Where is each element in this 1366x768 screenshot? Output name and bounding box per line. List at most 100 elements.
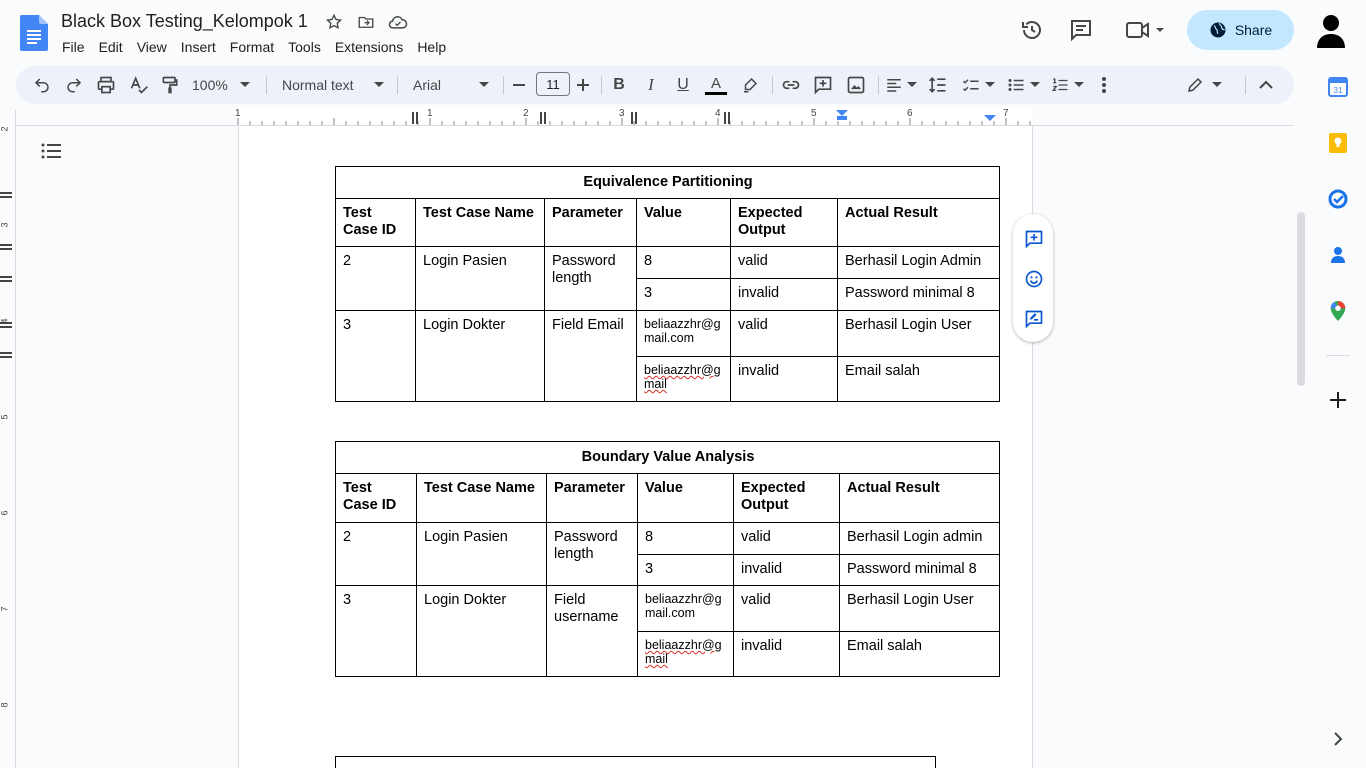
numbered-list-select[interactable] <box>1048 73 1086 97</box>
ruler-number: 7 <box>0 606 10 612</box>
actual-result: Berhasil Login admin <box>838 522 1001 555</box>
spellcheck-icon[interactable] <box>128 73 150 97</box>
checklist-select[interactable] <box>959 73 997 97</box>
floating-actions <box>1013 214 1053 342</box>
menu-format[interactable]: Format <box>223 37 281 57</box>
ruler-number: 8 <box>0 702 10 708</box>
next-table-edge <box>335 756 936 768</box>
text-color-icon[interactable]: A <box>705 73 727 97</box>
value-text: beliaazzhr@gmail <box>644 363 721 391</box>
contacts-icon[interactable] <box>1327 244 1349 266</box>
globe-icon <box>1210 22 1226 38</box>
value: beliaazzhr@gmail.com <box>636 310 731 357</box>
bulleted-list-select[interactable] <box>1004 73 1042 97</box>
value: beliaazzhr@gmail <box>637 631 734 677</box>
avatar[interactable] <box>1315 12 1347 48</box>
expected-output: valid <box>730 310 838 357</box>
column-header: Expected Output <box>733 473 840 523</box>
decrease-font-size-icon[interactable] <box>511 73 527 97</box>
add-emoji-icon[interactable] <box>1023 268 1045 290</box>
keep-icon[interactable] <box>1327 132 1349 154</box>
menu-view[interactable]: View <box>130 37 174 57</box>
redo-icon[interactable] <box>64 73 84 97</box>
test-case-name: Login Pasien <box>415 246 545 311</box>
equivalence-partitioning-table[interactable]: Equivalence Partitioning Test Case ID Te… <box>334 166 1001 402</box>
zoom-value: 100% <box>192 77 228 93</box>
parameter: Field Email <box>544 310 637 402</box>
expected-output: invalid <box>733 554 840 586</box>
test-case-name: Login Pasien <box>416 522 547 586</box>
share-label: Share <box>1234 22 1273 38</box>
maps-icon[interactable] <box>1327 300 1349 322</box>
font-family-select[interactable]: Arial <box>413 73 489 97</box>
column-header: Parameter <box>546 473 638 523</box>
print-icon[interactable] <box>95 73 117 97</box>
suggest-edit-icon[interactable] <box>1023 308 1045 330</box>
add-addon-icon[interactable] <box>1327 389 1349 411</box>
menu-edit[interactable]: Edit <box>92 37 130 57</box>
line-spacing-icon[interactable] <box>927 73 949 97</box>
menu-extensions[interactable]: Extensions <box>328 37 410 57</box>
horizontal-ruler[interactable]: 1 1 2 3 4 5 6 7 <box>0 106 1294 126</box>
paragraph-style-select[interactable]: Normal text <box>282 73 384 97</box>
menu-insert[interactable]: Insert <box>174 37 223 57</box>
ruler-number: 3 <box>0 222 10 228</box>
tasks-icon[interactable] <box>1327 188 1349 210</box>
font-size-input[interactable]: 11 <box>536 72 570 96</box>
value: beliaazzhr@gmail.com <box>637 585 734 632</box>
editing-mode-select[interactable] <box>1184 73 1224 97</box>
increase-font-size-icon[interactable] <box>575 73 591 97</box>
chevron-down-icon <box>374 82 384 87</box>
bold-icon[interactable]: B <box>609 73 629 97</box>
svg-text:31: 31 <box>1334 86 1343 95</box>
actual-result: Email salah <box>838 631 1001 677</box>
star-icon[interactable] <box>324 12 344 32</box>
more-options-icon[interactable] <box>1094 73 1114 97</box>
menu-tools[interactable]: Tools <box>281 37 328 57</box>
side-panel: 31 <box>1310 66 1366 768</box>
ruler-number: 6 <box>0 510 10 516</box>
document-title[interactable]: Black Box Testing_Kelompok 1 <box>61 11 308 32</box>
version-history-icon[interactable] <box>1019 17 1045 43</box>
share-button[interactable]: Share <box>1187 10 1294 50</box>
column-header: Value <box>636 198 731 247</box>
vertical-ruler[interactable]: 2 3 4 5 6 7 8 <box>0 110 16 768</box>
hide-menus-icon[interactable] <box>1256 73 1276 97</box>
pencil-icon <box>1188 77 1203 92</box>
docs-logo-icon[interactable] <box>20 15 48 51</box>
menu-help[interactable]: Help <box>410 37 453 57</box>
ruler-number: 3 <box>619 108 625 119</box>
document-outline-icon[interactable] <box>41 142 63 162</box>
meet-icon[interactable] <box>1124 17 1168 43</box>
expand-panel-icon[interactable] <box>1327 728 1349 750</box>
value: beliaazzhr@gmail <box>636 356 731 402</box>
paint-format-icon[interactable] <box>159 73 181 97</box>
undo-icon[interactable] <box>32 73 52 97</box>
move-to-folder-icon[interactable] <box>356 12 376 32</box>
table-title: Equivalence Partitioning <box>334 166 1001 199</box>
menu-bar: File Edit View Insert Format Tools Exten… <box>55 37 453 57</box>
value: 3 <box>637 554 734 586</box>
highlight-color-icon[interactable] <box>740 73 760 97</box>
zoom-select[interactable]: 100% <box>192 73 252 97</box>
parameter: Password length <box>544 246 637 311</box>
italic-icon[interactable]: I <box>641 73 661 97</box>
checklist-icon <box>962 79 979 92</box>
vertical-scrollbar[interactable] <box>1297 212 1305 386</box>
align-left-icon <box>887 79 901 92</box>
calendar-icon[interactable]: 31 <box>1327 76 1349 98</box>
underline-icon[interactable]: U <box>673 73 693 97</box>
chevron-down-icon <box>1074 82 1084 87</box>
align-select[interactable] <box>884 73 918 97</box>
comments-icon[interactable] <box>1068 17 1094 43</box>
menu-file[interactable]: File <box>55 37 92 57</box>
insert-image-icon[interactable] <box>845 73 867 97</box>
add-comment-icon[interactable] <box>1023 228 1045 250</box>
insert-link-icon[interactable] <box>780 73 802 97</box>
cloud-saved-icon[interactable] <box>388 12 408 32</box>
boundary-value-analysis-table[interactable]: Boundary Value Analysis Test Case ID Tes… <box>334 441 1001 677</box>
expected-output: invalid <box>730 356 838 402</box>
actual-result: Password minimal 8 <box>836 278 1001 311</box>
parameter: Field username <box>546 585 638 677</box>
insert-comment-icon[interactable] <box>812 73 834 97</box>
